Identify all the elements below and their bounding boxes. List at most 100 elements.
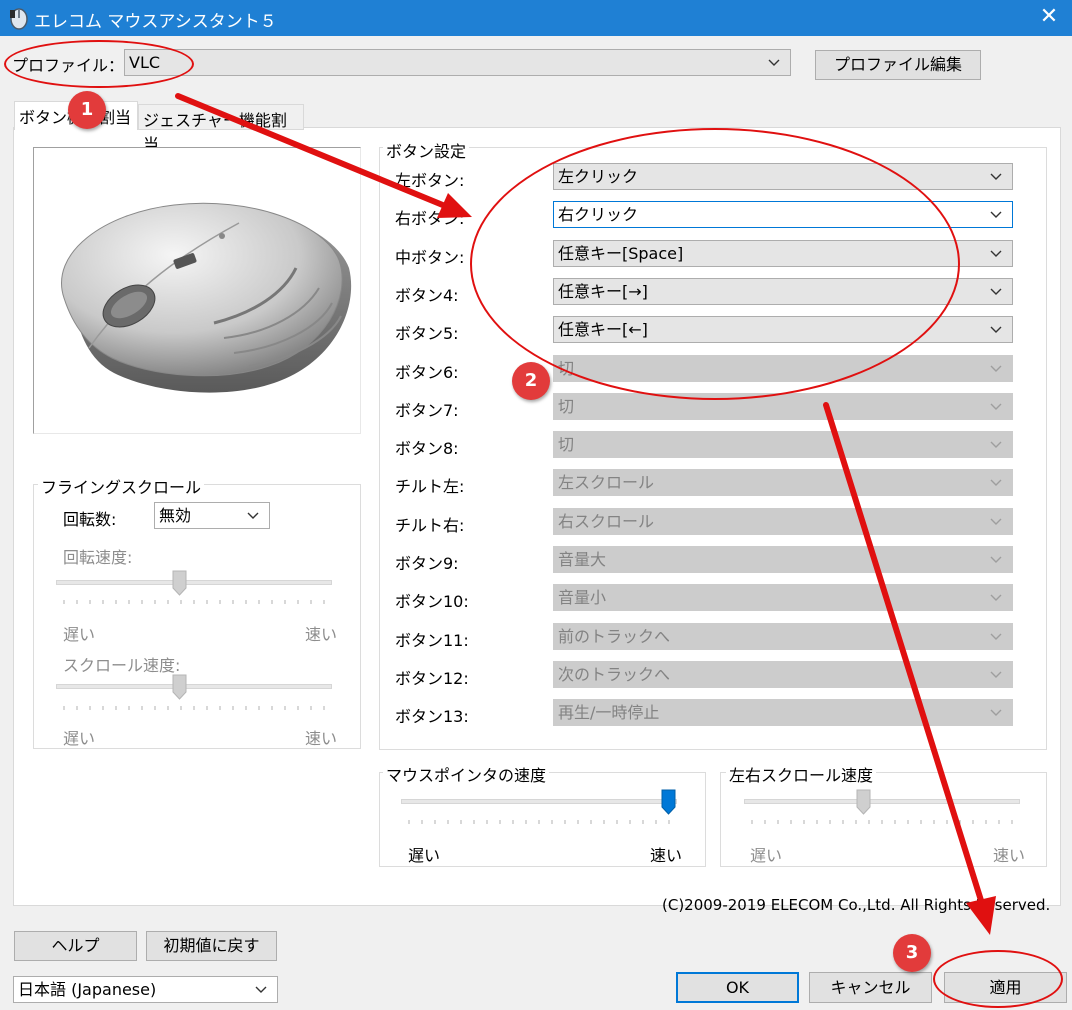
button-row-label: ボタン6: — [395, 363, 459, 382]
rotation-speed-thumb[interactable] — [172, 570, 187, 596]
app-mouse-icon — [10, 8, 28, 30]
button-row-label: ボタン13: — [395, 707, 469, 726]
annotation-badge-3: 3 — [893, 934, 931, 972]
scroll-speed-track — [56, 684, 332, 689]
rotation-speed-slow: 遅い — [63, 625, 96, 644]
scroll-speed-ticks — [63, 706, 325, 710]
annotation-badge-2: 2 — [512, 362, 550, 400]
button-row-select[interactable]: 音量大 — [553, 546, 1013, 573]
button-row-select[interactable]: 左スクロール — [553, 469, 1013, 496]
chevron-down-icon — [247, 512, 259, 519]
horizontal-scroll-speed-thumb[interactable] — [856, 789, 871, 815]
rotation-speed-label: 回転速度: — [63, 548, 133, 567]
button-row-label: ボタン11: — [395, 631, 469, 650]
pointer-speed-thumb[interactable] — [661, 789, 676, 815]
rotation-select[interactable]: 無効 — [154, 502, 270, 529]
button-row-select[interactable]: 右スクロール — [553, 508, 1013, 535]
ok-button[interactable]: OK — [676, 972, 799, 1003]
annotation-circle-button-settings — [470, 128, 960, 400]
rotation-speed-ticks — [63, 600, 325, 604]
chevron-down-icon — [990, 211, 1002, 218]
pointer-speed-slow: 遅い — [408, 846, 441, 865]
rotation-value: 無効 — [159, 506, 192, 525]
scroll-speed-label: スクロール速度: — [63, 656, 181, 675]
button-row-label: ボタン12: — [395, 669, 469, 688]
chevron-down-icon — [990, 173, 1002, 180]
horizontal-scroll-speed-track — [744, 799, 1020, 804]
chevron-down-icon — [990, 556, 1002, 563]
chevron-down-icon — [990, 365, 1002, 372]
scroll-speed-thumb[interactable] — [172, 674, 187, 700]
button-row-label: ボタン9: — [395, 554, 459, 573]
rotation-speed-track — [56, 580, 332, 585]
annotation-badge-1: 1 — [68, 91, 106, 129]
scroll-speed-slow: 遅い — [63, 729, 96, 748]
button-row-value: 音量小 — [558, 588, 607, 607]
reset-defaults-button[interactable]: 初期値に戻す — [146, 931, 277, 961]
horizontal-scroll-speed-legend: 左右スクロール速度 — [726, 762, 877, 786]
button-row-label: 右ボタン: — [395, 209, 465, 228]
language-value: 日本語 (Japanese) — [18, 980, 157, 999]
cancel-button[interactable]: キャンセル — [809, 972, 932, 1003]
button-row-label: ボタン10: — [395, 592, 469, 611]
chevron-down-icon — [990, 326, 1002, 333]
mouse-illustration — [61, 202, 352, 393]
chevron-down-icon — [990, 250, 1002, 257]
chevron-down-icon — [768, 59, 780, 66]
close-icon[interactable]: ✕ — [1026, 0, 1072, 36]
chevron-down-icon — [990, 518, 1002, 525]
annotation-circle-profile — [4, 40, 194, 88]
button-row-label: チルト右: — [395, 516, 465, 535]
button-row-label: ボタン7: — [395, 401, 459, 420]
button-row-label: ボタン4: — [395, 286, 459, 305]
button-row-select[interactable]: 切 — [553, 393, 1013, 420]
rotation-label: 回転数: — [63, 510, 117, 529]
tab-gesture-assignment[interactable]: ジェスチャー機能割当 — [138, 104, 304, 154]
button-row-label: 左ボタン: — [395, 171, 465, 190]
button-row-value: 右スクロール — [558, 512, 655, 531]
horizontal-scroll-speed-fast: 速い — [993, 846, 1026, 865]
annotation-circle-apply — [933, 950, 1063, 1008]
button-settings-legend: ボタン設定 — [383, 138, 470, 162]
profile-edit-button[interactable]: プロファイル編集 — [815, 50, 981, 80]
horizontal-scroll-speed-ticks — [751, 820, 1013, 824]
button-row-select[interactable]: 前のトラックへ — [553, 623, 1013, 650]
button-row-select[interactable]: 次のトラックへ — [553, 661, 1013, 688]
button-row-value: 左スクロール — [558, 473, 655, 492]
chevron-down-icon — [990, 594, 1002, 601]
pointer-speed-ticks — [408, 820, 670, 824]
chevron-down-icon — [990, 288, 1002, 295]
chevron-down-icon — [990, 671, 1002, 678]
chevron-down-icon — [990, 633, 1002, 640]
window-title: エレコム マウスアシスタント５ — [34, 12, 277, 32]
button-row-select[interactable]: 切 — [553, 431, 1013, 458]
button-row-label: 中ボタン: — [395, 248, 465, 267]
profile-select[interactable]: VLC — [124, 49, 791, 76]
mouse-image — [33, 147, 361, 434]
button-row-select[interactable]: 再生/一時停止 — [553, 699, 1013, 726]
flying-scroll-legend: フライングスクロール — [38, 474, 205, 498]
chevron-down-icon — [990, 403, 1002, 410]
copyright-text: (C)2009-2019 ELECOM Co.,Ltd. All Rights … — [662, 896, 1051, 914]
pointer-speed-track — [401, 799, 677, 804]
scroll-speed-fast: 速い — [305, 729, 338, 748]
chevron-down-icon — [990, 709, 1002, 716]
chevron-down-icon — [990, 441, 1002, 448]
button-row-select[interactable]: 音量小 — [553, 584, 1013, 611]
button-row-value: 前のトラックへ — [558, 627, 671, 646]
chevron-down-icon — [255, 986, 267, 993]
pointer-speed-legend: マウスポインタの速度 — [383, 762, 550, 786]
button-row-value: 切 — [558, 397, 575, 416]
button-row-value: 切 — [558, 435, 575, 454]
chevron-down-icon — [990, 479, 1002, 486]
button-row-label: ボタン5: — [395, 324, 459, 343]
horizontal-scroll-speed-slow: 遅い — [750, 846, 783, 865]
button-row-value: 次のトラックへ — [558, 665, 671, 684]
button-row-value: 再生/一時停止 — [558, 703, 660, 722]
help-button[interactable]: ヘルプ — [14, 931, 137, 961]
rotation-speed-fast: 速い — [305, 625, 338, 644]
title-bar: エレコム マウスアシスタント５ ✕ — [0, 0, 1072, 36]
button-row-label: ボタン8: — [395, 439, 459, 458]
button-row-label: チルト左: — [395, 477, 465, 496]
language-select[interactable]: 日本語 (Japanese) — [13, 976, 278, 1003]
